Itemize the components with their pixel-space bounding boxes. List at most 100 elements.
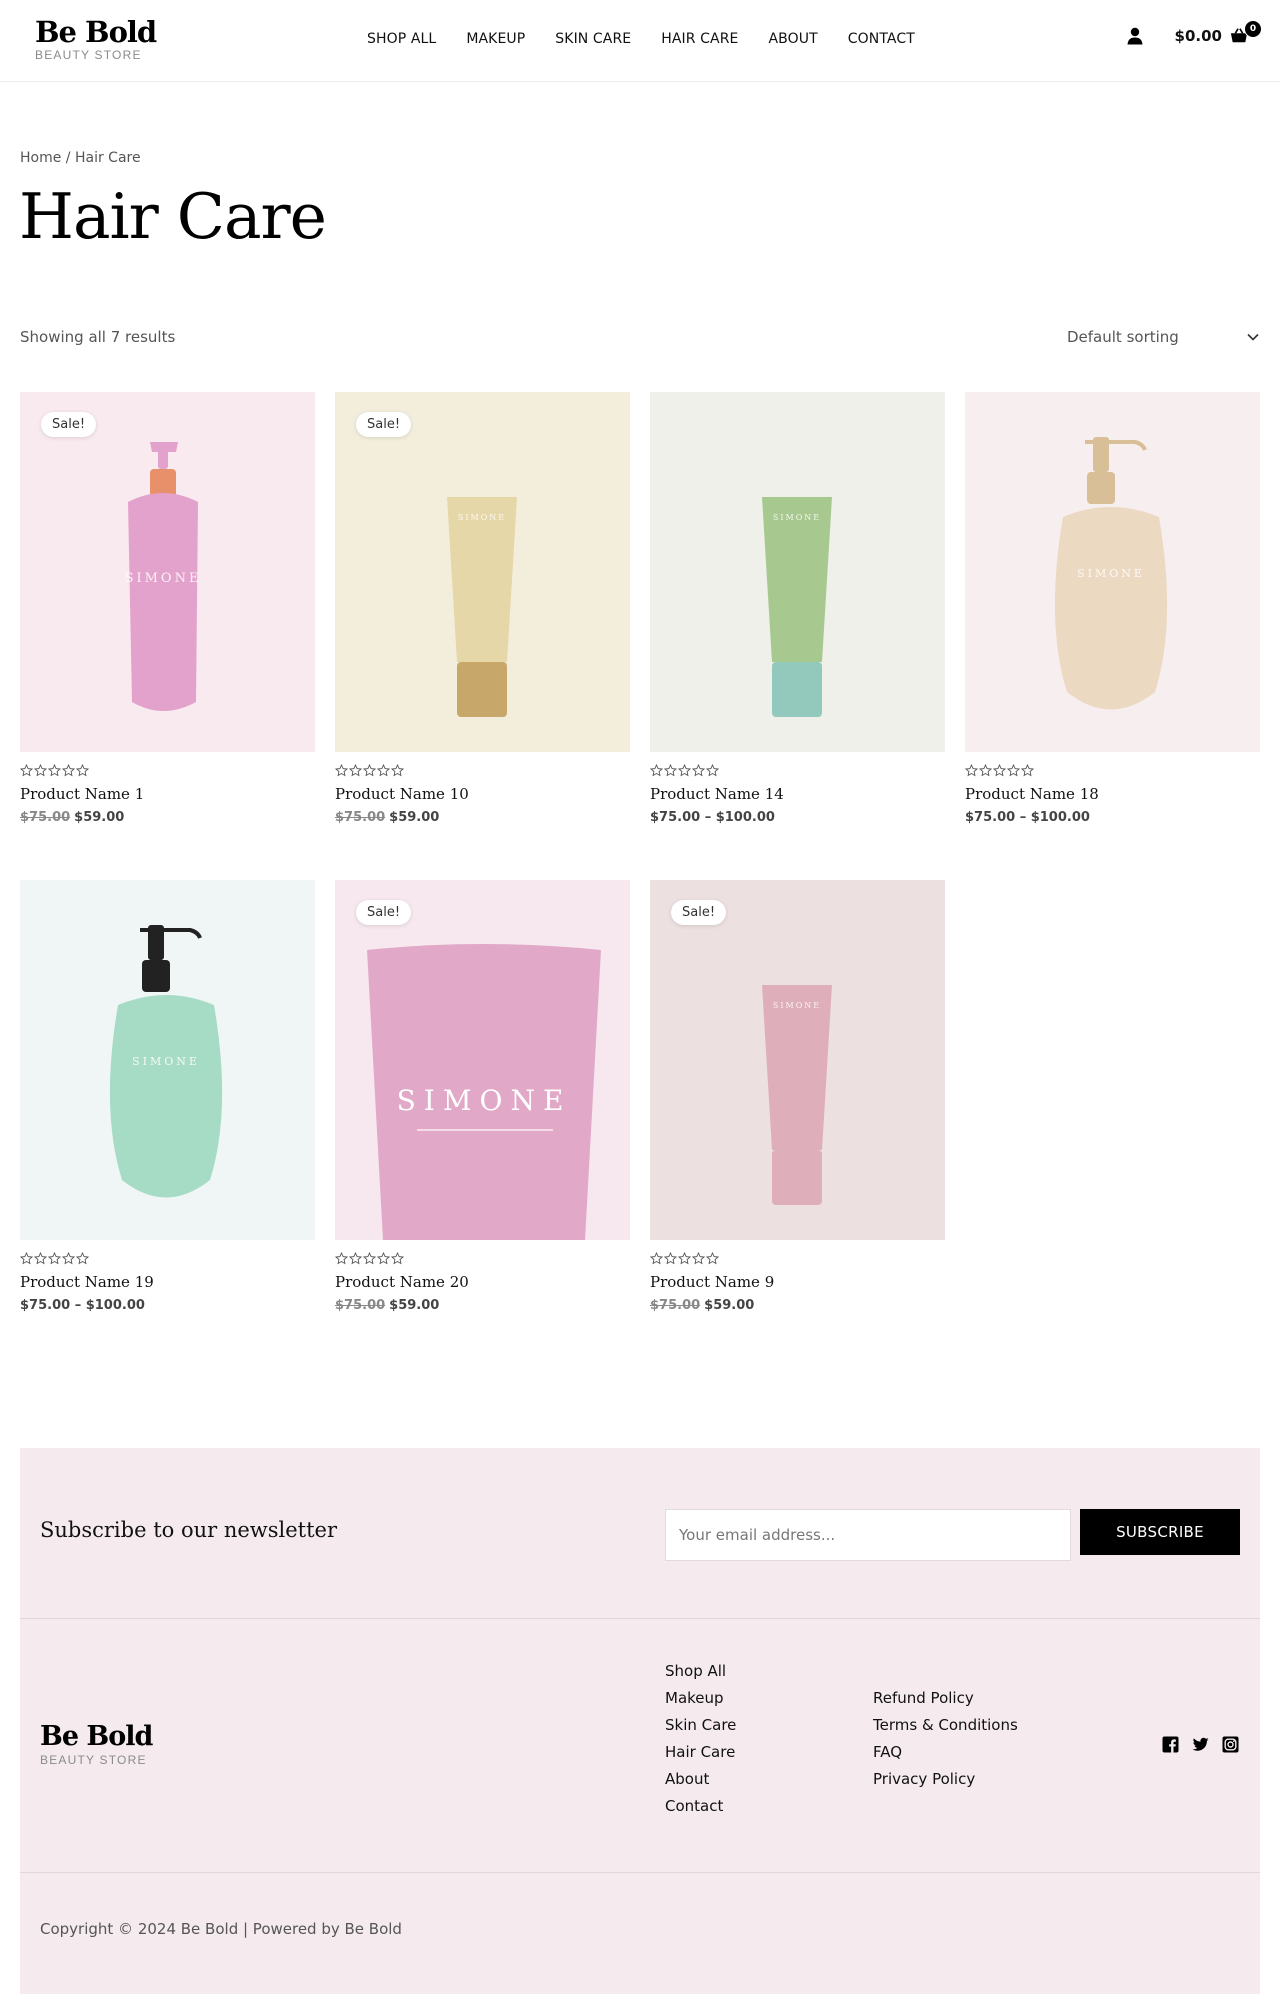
product-name[interactable]: Product Name 10 <box>335 785 630 803</box>
product-photo: SIMONE <box>1054 437 1168 710</box>
product-image[interactable]: SIMONE Sale! <box>20 392 315 752</box>
sale-badge: Sale! <box>356 900 412 925</box>
star-rating <box>20 764 315 778</box>
newsletter-heading: Subscribe to our newsletter <box>40 1518 338 1542</box>
newsletter-email-input[interactable] <box>665 1509 1071 1561</box>
footer-link-terms[interactable]: Terms & Conditions <box>873 1712 1018 1739</box>
nav-about[interactable]: ABOUT <box>769 31 818 47</box>
product-image[interactable]: SIMONE Sale! <box>335 880 630 1240</box>
product-price: $75.00 $59.00 <box>650 1298 945 1313</box>
sale-badge: Sale! <box>671 900 727 925</box>
product-name[interactable]: Product Name 20 <box>335 1273 630 1291</box>
original-price: $75.00 <box>335 810 386 825</box>
breadcrumb-separator: / <box>61 150 75 166</box>
product-name[interactable]: Product Name 14 <box>650 785 945 803</box>
svg-text:SIMONE: SIMONE <box>397 1084 572 1117</box>
star-outline-icon <box>678 764 691 777</box>
product-card[interactable]: SIMONE Sale! Product Name 10 $75.00 $59.00 <box>335 392 630 825</box>
star-outline-icon <box>391 1252 404 1265</box>
star-outline-icon <box>48 1252 61 1265</box>
footer-logo-title: Be Bold <box>40 1721 153 1752</box>
footer-link-skin-care[interactable]: Skin Care <box>665 1712 736 1739</box>
instagram-icon[interactable] <box>1222 1736 1239 1753</box>
star-outline-icon <box>650 764 663 777</box>
footer-link-refund-policy[interactable]: Refund Policy <box>873 1685 1018 1712</box>
header-actions: $0.00 0 <box>1125 20 1262 46</box>
star-outline-icon <box>993 764 1006 777</box>
footer-link-makeup[interactable]: Makeup <box>665 1685 736 1712</box>
product-card[interactable]: SIMONE Sale! Product Name 9 $75.00 $59.00 <box>650 880 945 1313</box>
product-name[interactable]: Product Name 18 <box>965 785 1260 803</box>
star-outline-icon <box>335 764 348 777</box>
nav-hair-care[interactable]: HAIR CARE <box>661 31 738 47</box>
site-footer: Subscribe to our newsletter SUBSCRIBE Be… <box>20 1448 1260 1994</box>
sort-select[interactable]: Default sorting <box>1067 322 1260 352</box>
cart-button[interactable]: 0 <box>1230 20 1262 46</box>
site-logo[interactable]: Be Bold BEAUTY STORE <box>35 17 157 62</box>
product-card[interactable]: SIMONE Product Name 18 $75.00 – $100.00 <box>965 392 1260 825</box>
user-icon[interactable] <box>1125 26 1145 46</box>
product-price: $75.00 $59.00 <box>335 1298 630 1313</box>
nav-shop-all[interactable]: SHOP ALL <box>367 31 436 47</box>
cart-count-badge: 0 <box>1244 20 1262 38</box>
star-rating <box>650 1252 945 1266</box>
star-outline-icon <box>965 764 978 777</box>
nav-makeup[interactable]: MAKEUP <box>466 31 525 47</box>
product-card[interactable]: SIMONE Product Name 19 $75.00 – $100.00 <box>20 880 315 1313</box>
footer-link-faq[interactable]: FAQ <box>873 1739 1018 1766</box>
footer-link-hair-care[interactable]: Hair Care <box>665 1739 736 1766</box>
sale-badge: Sale! <box>41 412 97 437</box>
product-image[interactable]: SIMONE Sale! <box>335 392 630 752</box>
star-outline-icon <box>76 764 89 777</box>
product-photo: SIMONE <box>762 985 832 1205</box>
nav-contact[interactable]: CONTACT <box>848 31 915 47</box>
product-card[interactable]: SIMONE Sale! Product Name 1 $75.00 $59.00 <box>20 392 315 825</box>
product-photo: SIMONE <box>447 497 517 717</box>
footer-link-shop-all[interactable]: Shop All <box>665 1658 736 1685</box>
product-name[interactable]: Product Name 9 <box>650 1273 945 1291</box>
star-outline-icon <box>349 764 362 777</box>
svg-text:SIMONE: SIMONE <box>1077 567 1145 580</box>
svg-text:SIMONE: SIMONE <box>458 513 506 522</box>
footer-link-contact[interactable]: Contact <box>665 1793 736 1820</box>
social-links <box>1162 1736 1239 1753</box>
current-price: $75.00 – $100.00 <box>650 810 775 825</box>
copyright-text: Copyright © 2024 Be Bold | Powered by Be… <box>40 1920 402 1938</box>
footer-link-privacy-policy[interactable]: Privacy Policy <box>873 1766 1018 1793</box>
star-outline-icon <box>48 764 61 777</box>
svg-text:SIMONE: SIMONE <box>132 1055 200 1068</box>
star-rating <box>650 764 945 778</box>
footer-link-about[interactable]: About <box>665 1766 736 1793</box>
product-image[interactable]: SIMONE <box>965 392 1260 752</box>
star-outline-icon <box>678 1252 691 1265</box>
sort-selected-value: Default sorting <box>1067 328 1179 346</box>
current-price: $59.00 <box>389 1298 440 1313</box>
facebook-icon[interactable] <box>1162 1736 1179 1753</box>
footer-links-shop: Shop All Makeup Skin Care Hair Care Abou… <box>665 1658 736 1820</box>
subscribe-button[interactable]: SUBSCRIBE <box>1080 1509 1240 1555</box>
product-card[interactable]: SIMONE Product Name 14 $75.00 – $100.00 <box>650 392 945 825</box>
product-name[interactable]: Product Name 1 <box>20 785 315 803</box>
page-title: Hair Care <box>19 180 327 253</box>
cart-amount[interactable]: $0.00 <box>1175 27 1222 45</box>
product-image[interactable]: SIMONE <box>650 392 945 752</box>
chevron-down-icon <box>1247 333 1259 341</box>
current-price: $75.00 – $100.00 <box>20 1298 145 1313</box>
star-outline-icon <box>377 1252 390 1265</box>
breadcrumb-current: Hair Care <box>74 150 141 166</box>
product-card[interactable]: SIMONE Sale! Product Name 20 $75.00 $59.00 <box>335 880 630 1313</box>
product-image[interactable]: SIMONE Sale! <box>650 880 945 1240</box>
product-name[interactable]: Product Name 19 <box>20 1273 315 1291</box>
footer-logo[interactable]: Be Bold BEAUTY STORE <box>40 1721 153 1768</box>
star-rating <box>20 1252 315 1266</box>
breadcrumb-home[interactable]: Home <box>20 150 61 166</box>
nav-skin-care[interactable]: SKIN CARE <box>555 31 631 47</box>
svg-text:SIMONE: SIMONE <box>773 513 821 522</box>
star-outline-icon <box>706 1252 719 1265</box>
star-outline-icon <box>664 764 677 777</box>
svg-text:SIMONE: SIMONE <box>773 1001 821 1010</box>
star-outline-icon <box>1007 764 1020 777</box>
twitter-icon[interactable] <box>1192 1736 1209 1753</box>
footer-logo-subtitle: BEAUTY STORE <box>40 1753 147 1767</box>
product-image[interactable]: SIMONE <box>20 880 315 1240</box>
